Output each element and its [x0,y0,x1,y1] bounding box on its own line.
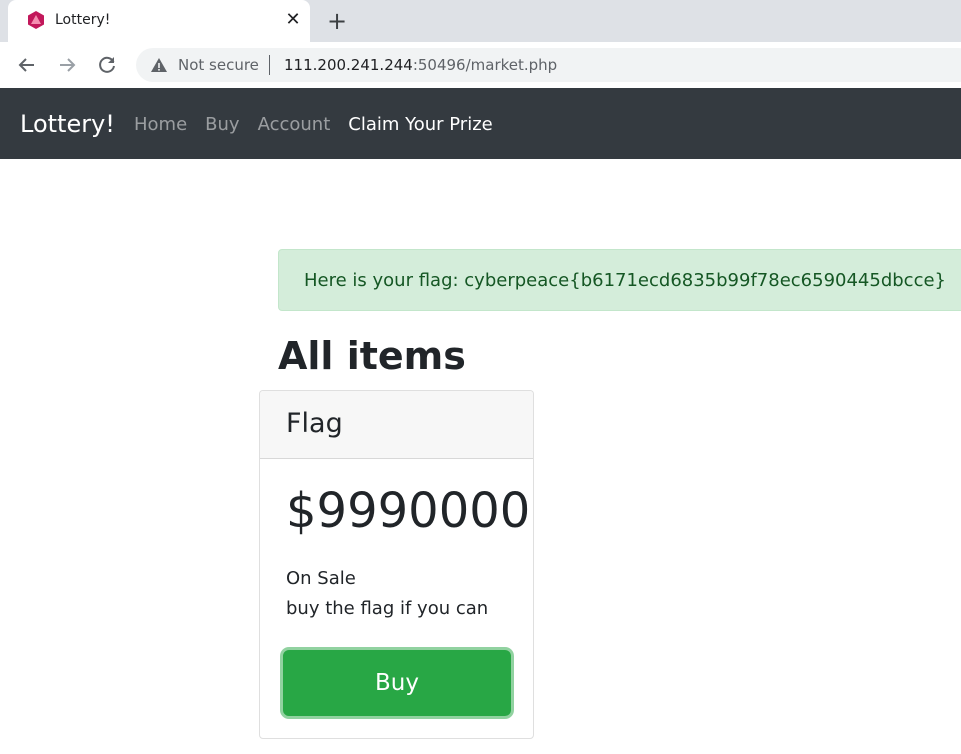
back-arrow-icon[interactable] [13,51,41,79]
forward-arrow-icon[interactable] [53,51,81,79]
nav-link-account[interactable]: Account [258,114,331,135]
url-path: :50496/market.php [412,56,558,74]
url-text[interactable]: 111.200.241.244:50496/market.php [284,56,557,74]
item-name: Flag [286,408,343,439]
reload-icon[interactable] [93,51,121,79]
buy-button[interactable]: Buy [283,650,511,716]
nav-links: Home Buy Account Claim Your Prize [134,114,511,135]
url-host: 111.200.241.244 [284,56,413,74]
page-title: All items [278,334,466,378]
flag-alert-text: Here is your flag: cyberpeace{b6171ecd68… [304,270,947,291]
warning-icon[interactable] [150,56,168,74]
browser-tab-strip: Lottery! ✕ + [0,0,961,42]
site-brand[interactable]: Lottery! [20,110,115,138]
nav-link-home[interactable]: Home [134,114,187,135]
tab-close-icon[interactable]: ✕ [282,8,304,32]
flag-alert: Here is your flag: cyberpeace{b6171ecd68… [278,249,961,311]
item-status: On Sale [286,568,356,589]
site-favicon-icon [28,11,44,29]
security-label[interactable]: Not secure [178,56,259,74]
item-card: Flag $9990000 On Sale buy the flag if yo… [259,390,534,739]
browser-tab[interactable]: Lottery! ✕ [8,0,310,42]
browser-toolbar: Not secure 111.200.241.244:50496/market.… [0,42,961,88]
card-header: Flag [260,391,533,459]
new-tab-icon[interactable]: + [324,8,350,34]
nav-link-buy[interactable]: Buy [205,114,239,135]
omnibox-divider [269,55,270,75]
address-bar[interactable]: Not secure 111.200.241.244:50496/market.… [136,48,961,82]
tab-title: Lottery! [55,12,111,28]
site-navbar: Lottery! Home Buy Account Claim Your Pri… [0,88,961,159]
item-price: $9990000 [286,483,531,539]
item-description: buy the flag if you can [286,598,489,619]
nav-link-claim-prize[interactable]: Claim Your Prize [348,114,492,135]
